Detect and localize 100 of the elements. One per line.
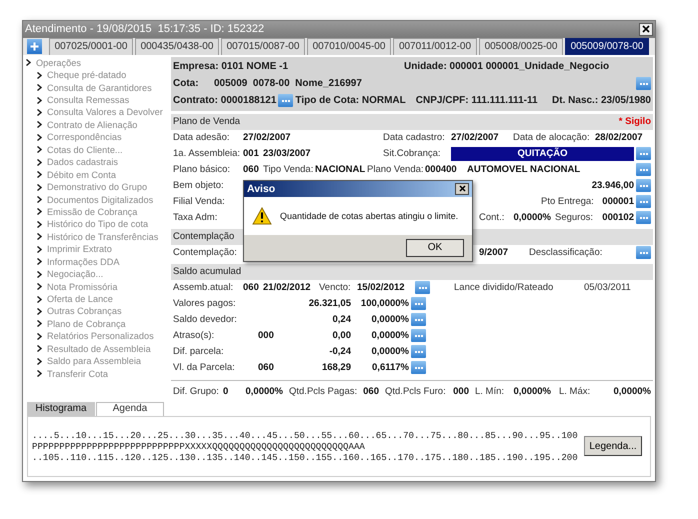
warning-icon	[252, 206, 272, 224]
close-button[interactable]	[639, 22, 653, 36]
field-value: 100,0000%	[360, 296, 409, 310]
field-label: Plano Venda:	[367, 162, 425, 176]
sidebar-item[interactable]: Emissão de Cobrança	[47, 206, 138, 218]
ellipsis-button[interactable]	[636, 211, 651, 224]
ellipsis-button[interactable]	[411, 345, 426, 358]
field-value: 0	[223, 384, 230, 398]
ellipsis-button[interactable]	[411, 297, 426, 310]
field-label: Taxa Adm:	[173, 210, 218, 224]
field-value: 0,0000%	[370, 344, 409, 358]
ellipsis-button[interactable]	[636, 163, 651, 176]
field-value: 21/02/2012	[263, 280, 312, 294]
sidebar-item[interactable]: Cotas do Cliente...	[47, 144, 123, 156]
tab[interactable]: 007010/0045-00	[307, 38, 391, 54]
sidebar-item[interactable]: Contrato de Alienação	[47, 118, 138, 131]
sidebar-item[interactable]: Outras Cobranças	[47, 305, 122, 318]
sidebar-item[interactable]: Documentos Digitalizados	[47, 194, 154, 206]
sidebar-item[interactable]: Operações	[36, 56, 81, 69]
field-value: 060	[243, 162, 260, 176]
field-value: 9/2007	[479, 246, 510, 260]
field-label: Lance dividido/Rateado	[454, 280, 554, 294]
window-title: Atendimento - 19/08/2015 15:17:35 - ID: 152322	[25, 22, 264, 37]
field-label: Valores pagos:	[173, 296, 237, 310]
field-label: L. Máx:	[559, 384, 592, 398]
tab[interactable]: 007025/0001-00	[49, 38, 133, 54]
sidebar-item[interactable]: Dados cadastrais	[47, 156, 118, 168]
tab[interactable]: Histograma	[27, 402, 95, 416]
field-value: 28/02/2007	[595, 130, 644, 144]
histogram-line: ..105..110..115..120..125..130..135..140..145..150..155..160..165..170..175..180..185..190..195..200	[32, 452, 579, 463]
confidential-note: * Sigilo	[618, 114, 651, 128]
sidebar-item[interactable]: Débito em Conta	[47, 168, 116, 181]
ellipsis-button[interactable]	[636, 195, 651, 208]
tab[interactable]: 007015/0087-00	[221, 38, 305, 54]
sidebar-item[interactable]: Histórico de Transferências	[47, 230, 158, 243]
field-label: Desclassificação:	[529, 246, 604, 260]
field-value: 27/02/2007	[451, 130, 500, 144]
ok-button[interactable]: OK	[406, 238, 464, 256]
field-value: 27/02/2007	[243, 130, 292, 144]
ellipsis-button[interactable]	[636, 179, 651, 192]
ellipsis-button[interactable]	[411, 361, 426, 374]
field-label: Seguros:	[555, 210, 594, 224]
dialog-message: Quantidade de cotas abertas atingiu o limite.	[280, 210, 458, 222]
field-value: 0,00	[332, 328, 351, 342]
sidebar-item[interactable]: Transferir Cota	[47, 368, 108, 380]
ellipsis-button[interactable]	[636, 77, 651, 90]
sidebar-item[interactable]: Consulta Valores a Devolver	[47, 106, 163, 118]
sidebar-item[interactable]: Demonstrativo do Grupo	[47, 181, 148, 194]
field-label: 05/03/2011	[584, 280, 632, 294]
sidebar-item[interactable]: Informações DDA	[47, 256, 120, 268]
tab[interactable]: 005009/0078-00	[565, 38, 649, 54]
add-button[interactable]	[27, 38, 42, 54]
legend-button[interactable]: Legenda...	[584, 436, 642, 456]
field-value: 26.321,05	[308, 296, 351, 310]
field-label: Data de alocação:	[513, 130, 591, 144]
field-value: 23/03/2007	[263, 146, 312, 160]
field-label: Data adesão:	[173, 130, 231, 144]
section-title: Contemplação	[173, 230, 234, 244]
sidebar-item[interactable]: Imprimir Extrato	[47, 243, 112, 256]
company-text: Empresa: 0101 NOME -1	[173, 60, 290, 74]
field-value: 000	[452, 384, 469, 398]
tab[interactable]: 000435/0438-00	[135, 38, 219, 54]
field-value: NACIONAL	[315, 162, 366, 176]
sidebar-item[interactable]: Consulta de Garantidores	[47, 82, 152, 94]
ellipsis-button[interactable]	[411, 329, 426, 342]
tab[interactable]: 007011/0012-00	[393, 38, 477, 54]
sidebar-item[interactable]: Relatórios Personalizados	[47, 330, 154, 342]
close-button[interactable]	[455, 182, 469, 194]
ellipsis-button[interactable]	[411, 313, 426, 326]
field-value: 0,6117%	[371, 360, 409, 374]
field-value: -0,24	[328, 344, 351, 358]
field-value: 0,0000%	[370, 328, 409, 342]
tab[interactable]: 005008/0025-00	[479, 38, 563, 54]
status-bar: QUITAÇÃO	[451, 146, 634, 160]
sidebar-item[interactable]: Resultado de Assembleia	[47, 342, 151, 355]
sidebar-item[interactable]: Correspondências	[47, 131, 122, 144]
sidebar-item[interactable]: Consulta Remessas	[47, 94, 130, 106]
field-label: Qtd.Pcls Pagas:	[289, 384, 358, 398]
ellipsis-button[interactable]	[636, 147, 651, 160]
field-label: Data cadastro:	[383, 130, 446, 144]
sidebar-item[interactable]: Negociação...	[47, 268, 104, 280]
field-value: 060	[243, 280, 260, 294]
sidebar-item[interactable]: Plano de Cobrança	[47, 318, 126, 330]
ellipsis-button[interactable]	[636, 246, 651, 259]
sidebar-item[interactable]: Histórico do Tipo de cota	[47, 218, 148, 230]
sidebar-item[interactable]: Oferta de Lance	[47, 293, 113, 306]
field-label: Qtd.Pcls Furo:	[385, 384, 447, 398]
ellipsis-button[interactable]	[278, 94, 294, 107]
field-label: Sit.Cobrança:	[383, 146, 442, 160]
sidebar-item[interactable]: Nota Promissória	[47, 280, 118, 293]
sidebar-item[interactable]: Cheque pré-datado	[47, 69, 126, 82]
ellipsis-button[interactable]	[415, 281, 430, 294]
tab[interactable]: Agenda	[96, 402, 164, 416]
field-value: 0,0000%	[512, 210, 551, 224]
sidebar-item[interactable]: Saldo para Assembleia	[47, 355, 141, 368]
section-title: Plano de Venda	[173, 114, 240, 128]
field-value: 000	[257, 328, 275, 342]
field-value: 000102	[601, 210, 634, 224]
field-label: Bem objeto:	[173, 178, 225, 192]
field-value: 23.946,00	[590, 178, 634, 192]
